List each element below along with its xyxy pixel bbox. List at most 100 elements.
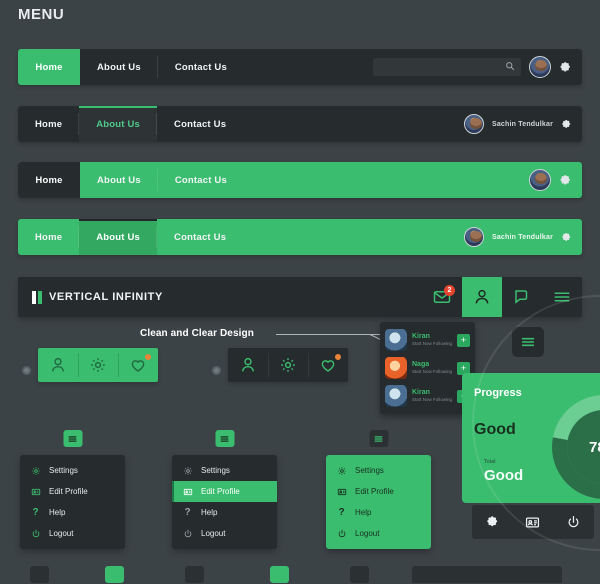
nav-item-about-us[interactable]: About Us — [79, 106, 158, 142]
people-suggestion-list: Kiran Start Now Following + Naga Start N… — [380, 322, 475, 414]
menu-item-help[interactable]: ? Help — [20, 502, 125, 523]
power-icon[interactable] — [566, 515, 581, 530]
power-icon — [182, 529, 193, 539]
card-notch — [511, 373, 529, 382]
nav-links: Home About Us Contact Us — [18, 162, 244, 198]
menu-item-settings[interactable]: Settings — [172, 460, 277, 481]
menu-item-settings[interactable]: Settings — [20, 460, 125, 481]
menu-item-logout[interactable]: Logout — [20, 523, 125, 544]
card-bottom-toolbar — [472, 505, 594, 539]
avatar[interactable] — [463, 114, 484, 134]
dropdown-toggle[interactable] — [215, 430, 234, 447]
progress-ring: 78% — [552, 395, 600, 499]
id-card-icon — [182, 487, 193, 497]
menu-item-label: Edit Profile — [201, 487, 240, 496]
nav-item-home[interactable]: Home — [18, 162, 80, 198]
navbar-green-dark-active: Home About Us Contact Us — [18, 162, 582, 198]
id-card-icon[interactable] — [525, 515, 540, 530]
menu-item-edit-profile[interactable]: Edit Profile — [326, 481, 431, 502]
cropped-panel — [412, 566, 562, 583]
nav-item-contact-us[interactable]: Contact Us — [157, 219, 243, 255]
nav-item-home[interactable]: Home — [18, 219, 80, 255]
avatar[interactable] — [463, 227, 484, 247]
nav-item-about-us[interactable]: About Us — [80, 162, 158, 198]
page-title: MENU — [18, 6, 65, 23]
nav-item-contact-us[interactable]: Contact Us — [158, 49, 244, 85]
nav-item-about-us[interactable]: About Us — [79, 219, 158, 255]
cropped-chip — [350, 566, 369, 583]
navbar-search: Home About Us Contact Us — [18, 49, 582, 85]
nav-item-home[interactable]: Home — [18, 106, 80, 142]
cropped-chip — [30, 566, 49, 583]
chat-icon[interactable] — [502, 277, 542, 317]
menu-item-edit-profile[interactable]: Edit Profile — [172, 481, 277, 502]
menu-item-label: Logout — [355, 529, 380, 538]
hamburger-icon[interactable] — [512, 327, 544, 357]
user-icon[interactable] — [228, 348, 268, 382]
power-icon — [336, 529, 347, 539]
gear-icon[interactable] — [78, 348, 118, 382]
list-item[interactable]: Naga Start Now Following + — [380, 354, 475, 382]
hamburger-icon[interactable] — [542, 277, 582, 317]
gear-icon — [182, 466, 193, 476]
cropped-chip — [270, 566, 289, 583]
avatar[interactable] — [529, 56, 551, 78]
gear-icon[interactable] — [561, 232, 572, 243]
navbar-underline: Home About Us Contact Us Sachin Tendulka… — [18, 106, 582, 142]
notification-dot — [335, 354, 341, 360]
mail-badge: 2 — [444, 285, 455, 296]
navbar-actions: Sachin Tendulkar — [463, 219, 582, 255]
menu-item-label: Settings — [201, 466, 230, 475]
brand-icons: 2 — [422, 277, 582, 317]
gear-icon[interactable] — [485, 515, 500, 530]
heart-icon[interactable] — [308, 348, 348, 382]
gear-icon[interactable] — [561, 119, 572, 130]
menu-item-help[interactable]: ? Help — [172, 502, 277, 523]
person-name: Kiran — [412, 388, 430, 396]
navbar-actions — [373, 49, 582, 85]
gear-icon[interactable] — [268, 348, 308, 382]
callout-label: Clean and Clear Design — [140, 328, 254, 339]
id-card-icon — [30, 487, 41, 497]
nav-item-home[interactable]: Home — [18, 49, 80, 85]
heart-icon[interactable] — [118, 348, 158, 382]
cropped-chip — [105, 566, 124, 583]
person-subtitle: Start Now Following — [412, 397, 452, 403]
nav-item-contact-us[interactable]: Contact Us — [157, 106, 243, 142]
menu-item-help[interactable]: ? Help — [326, 502, 431, 523]
menu-item-label: Edit Profile — [355, 487, 394, 496]
menu-item-edit-profile[interactable]: Edit Profile — [20, 481, 125, 502]
user-icon[interactable] — [38, 348, 78, 382]
avatar — [385, 329, 407, 351]
gear-icon[interactable] — [559, 61, 572, 74]
menu-item-label: Settings — [355, 466, 384, 475]
icon-group-green — [38, 348, 158, 382]
menu-item-label: Help — [355, 508, 372, 517]
menu-item-label: Help — [49, 508, 66, 517]
brand-logo[interactable]: VERTICAL INFINITY — [18, 290, 163, 304]
nav-links: Home About Us Contact Us — [18, 219, 243, 255]
search-input[interactable] — [379, 62, 505, 72]
nav-links: Home About Us Contact Us — [18, 106, 243, 142]
list-item[interactable]: Kiran Start Now Following + — [380, 326, 475, 354]
list-item[interactable]: Kiran Start Now Following + — [380, 382, 475, 410]
user-icon[interactable] — [462, 277, 502, 317]
add-icon[interactable]: + — [457, 333, 470, 347]
person-subtitle: Start Now Following — [412, 369, 452, 375]
menu-item-settings[interactable]: Settings — [326, 460, 431, 481]
gear-icon[interactable] — [559, 174, 572, 187]
avatar — [385, 385, 407, 407]
dropdown-toggle[interactable] — [63, 430, 82, 447]
menu-item-logout[interactable]: Logout — [326, 523, 431, 544]
nav-item-about-us[interactable]: About Us — [80, 49, 158, 85]
dropdown-toggle[interactable] — [369, 430, 388, 447]
search-box[interactable] — [373, 58, 521, 76]
search-icon[interactable] — [505, 58, 515, 76]
navbar-actions: Sachin Tendulkar — [463, 106, 582, 142]
bullet-dot-right — [212, 366, 221, 375]
callout-leader-line — [276, 334, 396, 335]
mail-icon[interactable]: 2 — [422, 277, 462, 317]
nav-item-contact-us[interactable]: Contact Us — [158, 162, 244, 198]
avatar[interactable] — [529, 169, 551, 191]
menu-item-logout[interactable]: Logout — [172, 523, 277, 544]
